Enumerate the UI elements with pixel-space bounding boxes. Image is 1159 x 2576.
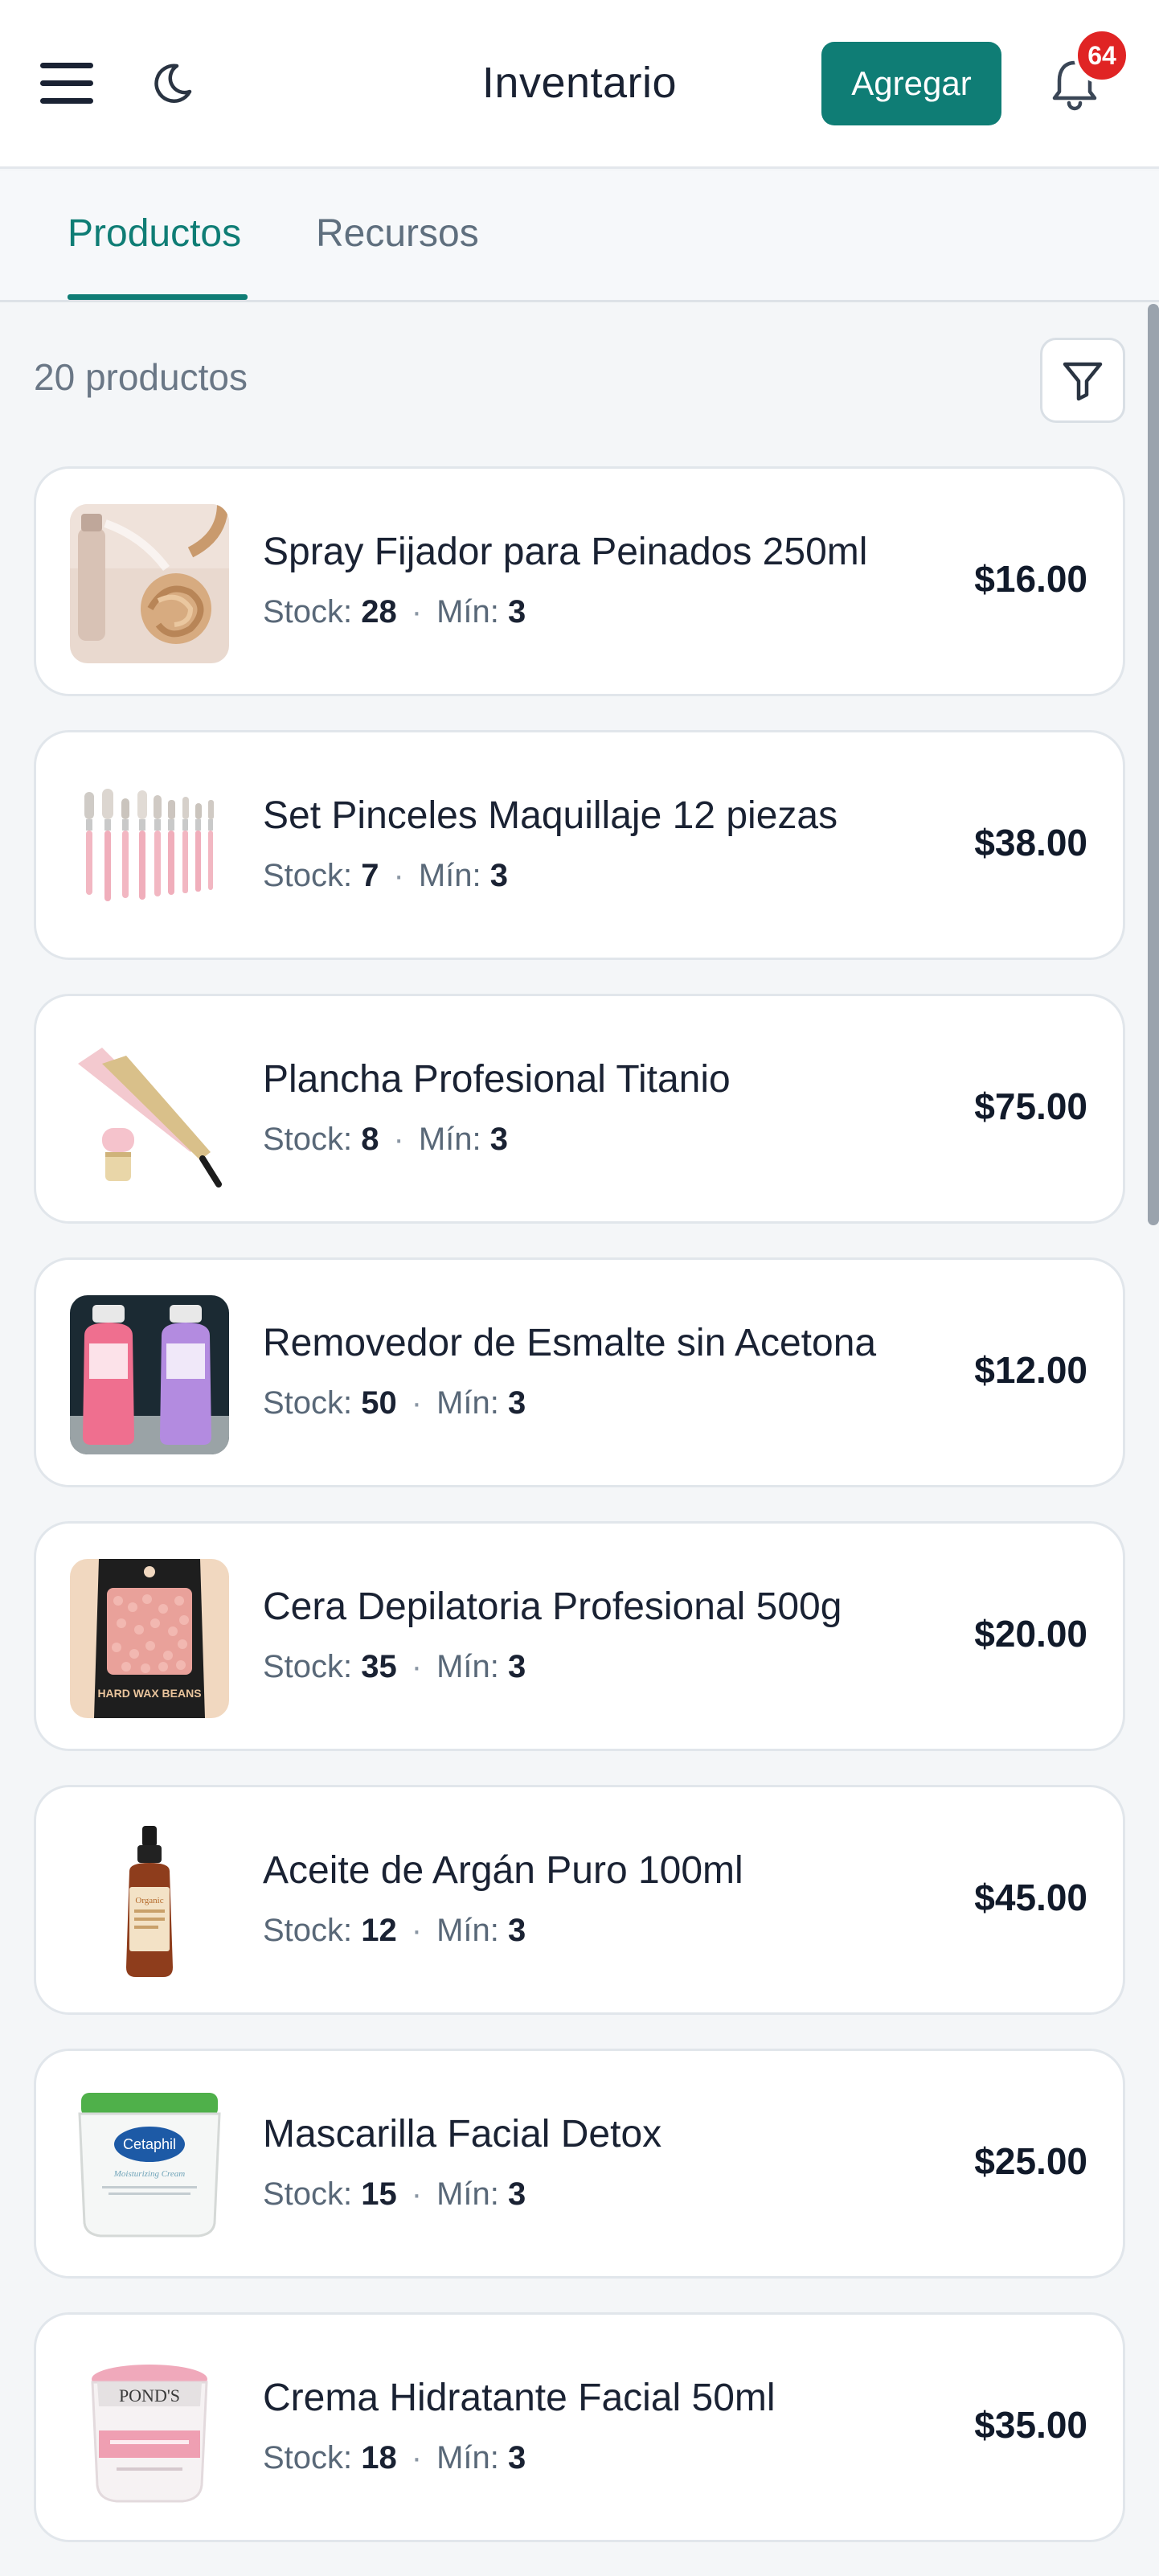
product-card[interactable]: Set Pinceles Maquillaje 12 piezas Stock:… (34, 730, 1125, 960)
product-stock: Stock: 50 · Mín: 3 (263, 1385, 526, 1421)
active-tab-indicator (68, 294, 248, 300)
hair-spray-image (70, 504, 229, 663)
product-name: Crema Hidratante Facial 50ml (263, 2377, 776, 2419)
scrollbar[interactable] (1148, 304, 1159, 1225)
product-stock: Stock: 28 · Mín: 3 (263, 594, 526, 630)
product-name: Removedor de Esmalte sin Acetona (263, 1322, 877, 1364)
notification-badge[interactable]: 64 (1074, 27, 1130, 84)
product-stock: Stock: 18 · Mín: 3 (263, 2440, 526, 2476)
svg-text:POND'S: POND'S (119, 2385, 180, 2406)
product-price: $25.00 (974, 2140, 1087, 2182)
product-list: Spray Fijador para Peinados 250ml Stock:… (34, 466, 1125, 2576)
filter-button[interactable] (1040, 338, 1125, 423)
product-name: Spray Fijador para Peinados 250ml (263, 531, 868, 573)
product-card[interactable]: Spray Fijador para Peinados 250ml Stock:… (34, 466, 1125, 696)
top-app-bar: Inventario Agregar 64 (0, 0, 1159, 169)
product-price: $45.00 (974, 1877, 1087, 1918)
product-card[interactable]: HARD WAX BEANS Cera Depilatoria Profesio… (34, 1521, 1125, 1751)
product-name: Cera Depilatoria Profesional 500g (263, 1585, 842, 1628)
tab-productos[interactable]: Productos (68, 211, 241, 256)
product-price: $38.00 (974, 822, 1087, 863)
product-stock: Stock: 7 · Mín: 3 (263, 858, 509, 893)
product-name: Set Pinceles Maquillaje 12 piezas (263, 794, 838, 837)
flat-iron-image (70, 1032, 229, 1191)
svg-text:Moisturizing Cream: Moisturizing Cream (113, 2169, 186, 2179)
product-price: $75.00 (974, 1085, 1087, 1127)
product-stock: Stock: 8 · Mín: 3 (263, 1122, 509, 1157)
face-cream-jar-image: POND'S (70, 2350, 229, 2509)
product-name: Aceite de Argán Puro 100ml (263, 1849, 743, 1892)
product-name: Plancha Profesional Titanio (263, 1058, 731, 1101)
product-price: $20.00 (974, 1613, 1087, 1655)
product-count: 20 productos (34, 356, 248, 398)
product-stock: Stock: 12 · Mín: 3 (263, 1913, 526, 1948)
tab-bar: Productos Recursos (0, 171, 1159, 302)
tab-recursos[interactable]: Recursos (316, 211, 479, 256)
svg-text:Cetaphil: Cetaphil (123, 2136, 176, 2152)
product-price: $12.00 (974, 1349, 1087, 1391)
product-price: $16.00 (974, 558, 1087, 600)
svg-text:HARD WAX BEANS: HARD WAX BEANS (97, 1687, 201, 1700)
nail-polish-remover-image (70, 1295, 229, 1454)
product-stock: Stock: 35 · Mín: 3 (263, 1649, 526, 1684)
wax-beans-image: HARD WAX BEANS (70, 1559, 229, 1718)
argan-oil-image: Organic (70, 1823, 229, 1982)
product-price: $35.00 (974, 2404, 1087, 2446)
product-card[interactable]: Cetaphil Moisturizing Cream Mascarilla F… (34, 2049, 1125, 2279)
face-mask-jar-image: Cetaphil Moisturizing Cream (70, 2086, 229, 2246)
product-stock: Stock: 15 · Mín: 3 (263, 2176, 526, 2212)
product-card[interactable]: POND'S Crema Hidratante Facial 50ml Stoc… (34, 2312, 1125, 2542)
svg-text:Organic: Organic (135, 1896, 163, 1905)
filter-icon (1063, 362, 1103, 401)
product-card[interactable]: Removedor de Esmalte sin Acetona Stock: … (34, 1257, 1125, 1487)
product-card[interactable]: Plancha Profesional Titanio Stock: 8 · Mín… (34, 994, 1125, 1224)
add-button[interactable]: Agregar (821, 42, 1001, 125)
product-card[interactable]: Organic Aceite de Argán Puro 100ml Stock… (34, 1785, 1125, 2015)
makeup-brushes-image (70, 768, 229, 927)
product-name: Mascarilla Facial Detox (263, 2113, 662, 2156)
